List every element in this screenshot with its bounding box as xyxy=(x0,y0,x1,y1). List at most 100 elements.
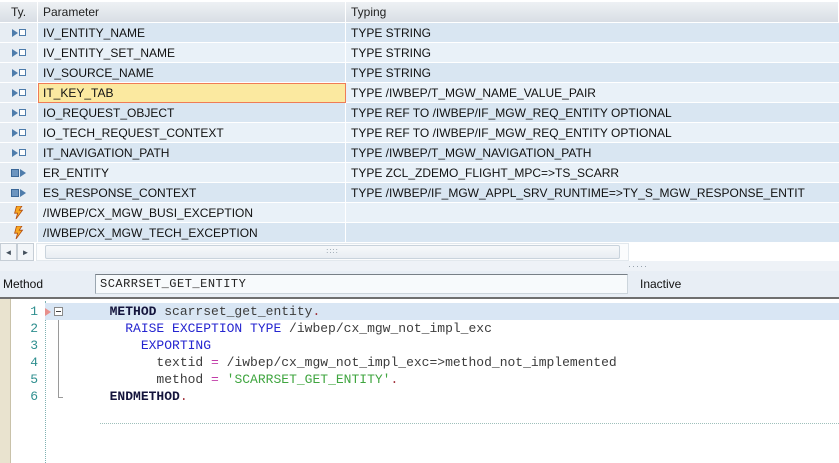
type-cell xyxy=(0,43,38,63)
exporting-parameter-icon xyxy=(20,188,26,197)
code-line[interactable]: 5 method = 'SCARRSET_GET_ENTITY'. xyxy=(11,371,839,388)
code-text[interactable]: RAISE EXCEPTION TYPE /iwbep/cx_mgw_not_i… xyxy=(68,321,839,336)
importing-parameter-icon xyxy=(18,69,26,76)
scroll-right-arrow-icon[interactable]: ► xyxy=(17,243,34,261)
table-row[interactable]: IT_NAVIGATION_PATH TYPE /IWBEP/T_MGW_NAVI… xyxy=(0,143,839,163)
parameter-cell[interactable]: /IWBEP/CX_MGW_BUSI_EXCEPTION xyxy=(38,203,346,223)
fold-column[interactable] xyxy=(44,303,68,320)
typing-cell[interactable]: TYPE /IWBEP/T_MGW_NAME_VALUE_PAIR xyxy=(346,83,839,103)
type-cell xyxy=(0,163,38,183)
method-name-field[interactable]: SCARRSET_GET_ENTITY xyxy=(95,274,628,294)
parameter-cell[interactable]: IV_ENTITY_NAME xyxy=(38,23,346,43)
line-number[interactable]: 1 xyxy=(11,304,44,319)
table-row[interactable]: IO_REQUEST_OBJECT TYPE REF TO /IWBEP/IF_M… xyxy=(0,103,839,123)
parameter-cell[interactable]: IV_ENTITY_SET_NAME xyxy=(38,43,346,63)
importing-parameter-icon xyxy=(18,149,26,156)
type-cell xyxy=(0,143,38,163)
code-line[interactable]: 4 textid = /iwbep/cx_mgw_not_impl_exc=>m… xyxy=(11,354,839,371)
exception-icon xyxy=(14,226,24,239)
parameter-cell[interactable]: IO_REQUEST_OBJECT xyxy=(38,103,346,123)
table-row[interactable]: /IWBEP/CX_MGW_TECH_EXCEPTION xyxy=(0,223,839,243)
type-cell xyxy=(0,83,38,103)
table-row[interactable]: IV_ENTITY_SET_NAME TYPE STRING xyxy=(0,43,839,63)
splitter-grip-icon[interactable]: ····· xyxy=(628,261,648,271)
table-row[interactable]: IV_ENTITY_NAME TYPE STRING xyxy=(0,23,839,43)
importing-parameter-icon xyxy=(18,129,26,136)
scrollbar-thumb[interactable]: ∷∷ xyxy=(45,245,620,259)
importing-parameter-icon xyxy=(11,68,18,77)
code-line[interactable]: 2 RAISE EXCEPTION TYPE /iwbep/cx_mgw_not… xyxy=(11,320,839,337)
code-text[interactable]: EXPORTING xyxy=(68,338,839,353)
importing-parameter-icon xyxy=(11,28,18,37)
column-header-type[interactable]: Ty. xyxy=(0,2,38,23)
code-line[interactable]: 3 EXPORTING xyxy=(11,337,839,354)
parameter-cell[interactable]: IV_SOURCE_NAME xyxy=(38,63,346,83)
code-line[interactable]: 1 METHOD scarrset_get_entity. xyxy=(11,303,839,320)
table-row[interactable]: ER_ENTITY TYPE ZCL_ZDEMO_FLIGHT_MPC=>TS_S… xyxy=(0,163,839,183)
parameter-rows: IV_ENTITY_NAME TYPE STRING IV_ENTITY_SET_N… xyxy=(0,23,839,243)
code-lines: 1 METHOD scarrset_get_entity. 2 RAISE EXC… xyxy=(11,303,839,405)
line-number[interactable]: 2 xyxy=(11,321,44,336)
scroll-left-arrow-icon[interactable]: ◄ xyxy=(0,243,17,261)
method-label: Method xyxy=(3,277,44,291)
scrollbar-grip-icon: ∷∷ xyxy=(326,247,339,256)
line-number[interactable]: 4 xyxy=(11,355,44,370)
fold-column xyxy=(44,320,68,337)
importing-parameter-icon xyxy=(18,109,26,116)
importing-parameter-icon xyxy=(11,128,18,137)
type-cell xyxy=(0,183,38,203)
code-line[interactable]: 6 ENDMETHOD. xyxy=(11,388,839,405)
parameter-signature-table: Ty. Parameter Typing IV_ENTITY_NAME TYPE … xyxy=(0,2,839,243)
scrollbar-track[interactable]: ∷∷ xyxy=(36,243,629,261)
code-text[interactable]: METHOD scarrset_get_entity. xyxy=(68,304,839,319)
code-text[interactable]: method = 'SCARRSET_GET_ENTITY'. xyxy=(68,372,839,387)
type-cell xyxy=(0,63,38,83)
line-number[interactable]: 3 xyxy=(11,338,44,353)
horizontal-scrollbar: ◄ ► ∷∷ xyxy=(0,243,839,261)
parameter-cell[interactable]: ES_RESPONSE_CONTEXT xyxy=(38,183,346,203)
exception-icon xyxy=(14,206,24,219)
column-header-typing[interactable]: Typing xyxy=(346,2,839,23)
parameter-cell[interactable]: IO_TECH_REQUEST_CONTEXT xyxy=(38,123,346,143)
importing-parameter-icon xyxy=(11,48,18,57)
status-badge: Inactive xyxy=(640,277,682,291)
type-cell xyxy=(0,123,38,143)
importing-parameter-icon xyxy=(11,148,18,157)
table-row[interactable]: IV_SOURCE_NAME TYPE STRING xyxy=(0,63,839,83)
pane-splitter[interactable]: ····· xyxy=(0,261,839,271)
typing-cell[interactable] xyxy=(346,223,839,243)
table-row[interactable]: /IWBEP/CX_MGW_BUSI_EXCEPTION xyxy=(0,203,839,223)
importing-parameter-icon xyxy=(18,49,26,56)
table-row[interactable]: ES_RESPONSE_CONTEXT TYPE /IWBEP/IF_MGW_AP… xyxy=(0,183,839,203)
column-header-parameter[interactable]: Parameter xyxy=(38,2,346,23)
typing-cell[interactable]: TYPE STRING xyxy=(346,23,839,43)
typing-cell[interactable]: TYPE ZCL_ZDEMO_FLIGHT_MPC=>TS_SCARR xyxy=(346,163,839,183)
importing-parameter-icon xyxy=(11,108,18,117)
line-number[interactable]: 5 xyxy=(11,372,44,387)
fold-column xyxy=(44,371,68,388)
typing-cell[interactable]: TYPE REF TO /IWBEP/IF_MGW_REQ_ENTITY OPT… xyxy=(346,123,839,143)
table-row[interactable]: IT_KEY_TAB TYPE /IWBEP/T_MGW_NAME_VALUE_P… xyxy=(0,83,839,103)
parameter-cell[interactable]: ER_ENTITY xyxy=(38,163,346,183)
editor-margin-strip xyxy=(0,299,11,463)
fold-collapse-icon[interactable] xyxy=(54,307,63,316)
typing-cell[interactable] xyxy=(346,203,839,223)
line-number[interactable]: 6 xyxy=(11,389,44,404)
typing-cell[interactable]: TYPE /IWBEP/T_MGW_NAVIGATION_PATH xyxy=(346,143,839,163)
method-bar: Method SCARRSET_GET_ENTITY Inactive xyxy=(0,271,839,297)
parameter-cell[interactable]: IT_NAVIGATION_PATH xyxy=(38,143,346,163)
code-text[interactable]: ENDMETHOD. xyxy=(68,389,839,404)
exporting-parameter-icon xyxy=(11,168,19,177)
importing-parameter-icon xyxy=(18,29,26,36)
exporting-parameter-icon xyxy=(11,188,19,197)
parameter-cell[interactable]: /IWBEP/CX_MGW_TECH_EXCEPTION xyxy=(38,223,346,243)
typing-cell[interactable]: TYPE REF TO /IWBEP/IF_MGW_REQ_ENTITY OPT… xyxy=(346,103,839,123)
abap-code-editor[interactable]: 1 METHOD scarrset_get_entity. 2 RAISE EXC… xyxy=(0,297,839,463)
table-header-row: Ty. Parameter Typing xyxy=(0,2,839,23)
table-row[interactable]: IO_TECH_REQUEST_CONTEXT TYPE REF TO /IWBE… xyxy=(0,123,839,143)
code-text[interactable]: textid = /iwbep/cx_mgw_not_impl_exc=>met… xyxy=(68,355,839,370)
typing-cell[interactable]: TYPE /IWBEP/IF_MGW_APPL_SRV_RUNTIME=>TY_… xyxy=(346,183,839,203)
typing-cell[interactable]: TYPE STRING xyxy=(346,63,839,83)
parameter-cell-selected[interactable]: IT_KEY_TAB xyxy=(38,83,346,103)
typing-cell[interactable]: TYPE STRING xyxy=(346,43,839,63)
